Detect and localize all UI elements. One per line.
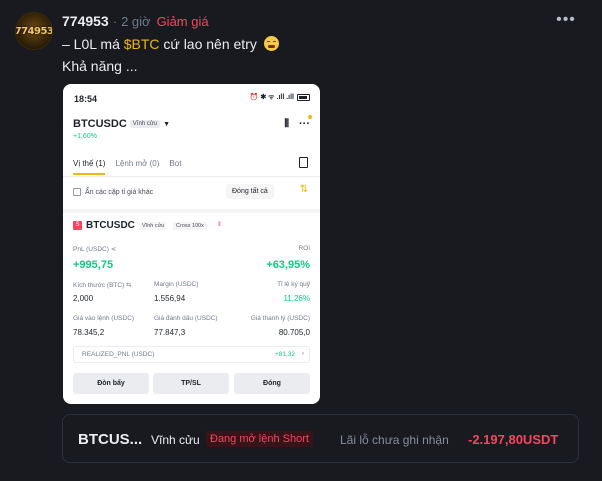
pnl-label: PnL (USDC) ⋖ xyxy=(73,246,117,253)
battery-icon xyxy=(297,94,310,101)
tired-face-emoji xyxy=(263,36,279,51)
mark-price-value: 77.847,3 xyxy=(154,328,186,337)
pnl-value: +995,75 xyxy=(73,259,114,271)
tab-bot: Bot xyxy=(169,159,182,168)
realized-pnl-value: +81,32 xyxy=(274,351,295,358)
share-icon: ⋖ xyxy=(110,246,117,253)
realized-pnl-row: REALIZED_PNL (USDC) +81,32 › xyxy=(73,346,310,363)
avatar[interactable]: 774953 xyxy=(15,12,53,50)
hide-other-pairs: Ẩn các cặp tỉ giá khác xyxy=(73,188,153,196)
trade-card[interactable]: BTCUS... Vĩnh cửu Đang mở lệnh Short Lãi… xyxy=(62,414,579,463)
post-text-suffix: cứ lao nên etry xyxy=(159,36,257,52)
status-signal-icons: ⏰ ✱ ᯤ .ıll .ıll xyxy=(249,94,294,101)
trade-type: Vĩnh cửu xyxy=(151,433,200,447)
section-divider xyxy=(63,209,320,213)
avatar-text: 774953 xyxy=(15,25,53,37)
separator: · xyxy=(112,13,118,29)
liq-price-label: Giá thanh lý (USDC) xyxy=(250,315,310,322)
margin-label: Margin (USDC) xyxy=(154,281,199,288)
tpsl-button: TP/SL xyxy=(153,373,229,394)
header-actions: ⫴ ··· xyxy=(284,118,310,131)
entry-price-label: Giá vào lệnh (USDC) xyxy=(73,315,135,322)
checkbox-icon xyxy=(73,188,81,196)
chevron-right-icon: › xyxy=(301,350,304,357)
close-position-button: Đóng xyxy=(234,373,310,394)
divider xyxy=(63,176,320,177)
post-text-line2: Khả năng ... xyxy=(62,58,138,74)
risk-bars-icon: ⦀ xyxy=(218,222,221,228)
sort-icon: ⇅ xyxy=(299,184,308,195)
candlestick-icon: ⫴ xyxy=(284,118,289,130)
margin-ratio-value: 11,26% xyxy=(283,294,310,303)
hide-other-pairs-label: Ẩn các cặp tỉ giá khác xyxy=(85,188,154,196)
size-label: Kích thước (BTC) ⇆ xyxy=(73,282,132,289)
more-horizontal-icon[interactable]: ••• xyxy=(556,10,576,30)
trade-symbol: BTCUS... xyxy=(78,431,143,448)
notification-dot xyxy=(308,115,312,119)
more-dots-icon: ··· xyxy=(299,118,310,130)
pair-badge: Vĩnh cửu xyxy=(129,120,161,128)
roi-value: +63,95% xyxy=(266,259,310,271)
liq-price-value: 80.705,0 xyxy=(278,328,310,337)
margin-ratio-label: Tỉ lệ ký quỹ xyxy=(277,281,310,288)
post-time: 2 giờ xyxy=(121,13,151,29)
position-screenshot[interactable]: 18:54 ⏰ ✱ ᯤ .ıll .ıll BTCUSDC Vĩnh cửu ▼… xyxy=(63,84,320,404)
username[interactable]: 774953 xyxy=(62,13,109,29)
roi-label: ROI xyxy=(298,245,310,252)
pair-header: BTCUSDC Vĩnh cửu ▼ xyxy=(73,118,170,130)
close-all-button: Đóng tất cả xyxy=(226,184,274,199)
status-icons: ⏰ ✱ ᯤ .ıll .ıll xyxy=(250,93,310,102)
sentiment-tag: Giảm giá xyxy=(156,13,209,29)
size-value: 2,000 xyxy=(73,294,94,303)
caret-down-icon: ▼ xyxy=(163,120,171,128)
post-header: 774953 · 2 giờ Giảm giá xyxy=(62,13,209,29)
position-symbol: BTCUSDC xyxy=(86,220,135,231)
cashtag-link[interactable]: $BTC xyxy=(124,36,160,52)
price-change: +1,60% xyxy=(73,133,97,140)
trade-status-badge: Đang mở lệnh Short xyxy=(206,431,313,447)
margin-value: 1.556,94 xyxy=(154,294,186,303)
cross-tag: Cross 100x xyxy=(173,222,207,230)
position-tabs: Vị thế (1) Lệnh mở (0) Bot xyxy=(73,159,182,175)
post-text-line1: – L0L má $BTC cứ lao nên etry xyxy=(62,36,279,52)
pair-symbol: BTCUSDC xyxy=(73,118,127,130)
swap-icon: ⇆ xyxy=(126,282,132,289)
status-time: 18:54 xyxy=(74,94,98,104)
tab-positions: Vị thế (1) xyxy=(73,159,106,175)
leverage-button: Đòn bẩy xyxy=(73,373,149,394)
tab-open-orders: Lệnh mở (0) xyxy=(115,159,160,168)
realized-pnl-label: REALIZED_PNL (USDC) xyxy=(82,351,155,358)
document-icon xyxy=(299,157,308,168)
unrealized-pnl-value: -2.197,80USDT xyxy=(468,432,559,447)
unrealized-pnl-label: Lãi lỗ chưa ghi nhận xyxy=(340,433,449,447)
short-badge: S xyxy=(73,221,82,230)
post-text-prefix: – L0L má xyxy=(62,36,124,52)
perp-tag: Vĩnh cửu xyxy=(139,222,168,230)
mark-price-label: Giá đánh dấu (USDC) xyxy=(154,315,218,322)
entry-price-value: 78.345,2 xyxy=(73,328,105,337)
